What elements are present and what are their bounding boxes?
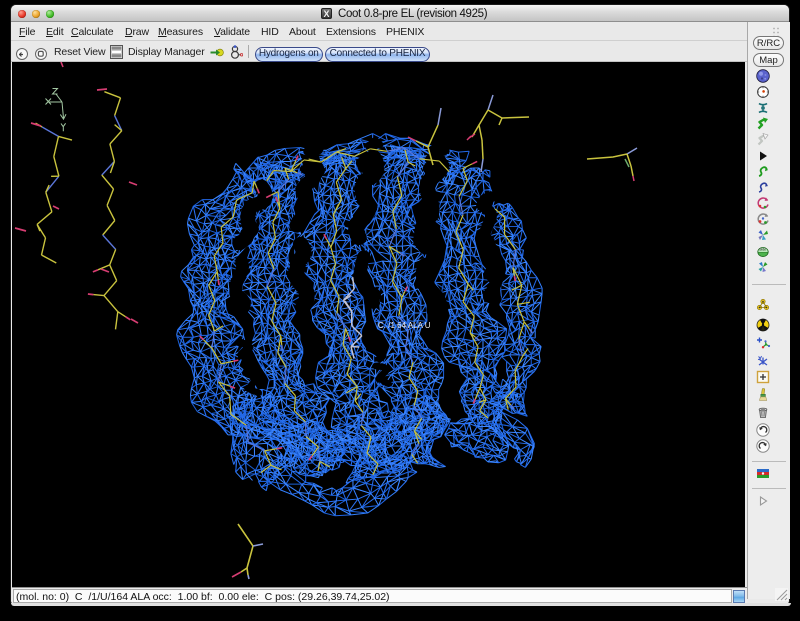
svg-text:C. /1 64 ALA U: C. /1 64 ALA U bbox=[378, 321, 431, 330]
svg-text:Side: Side bbox=[759, 247, 766, 251]
